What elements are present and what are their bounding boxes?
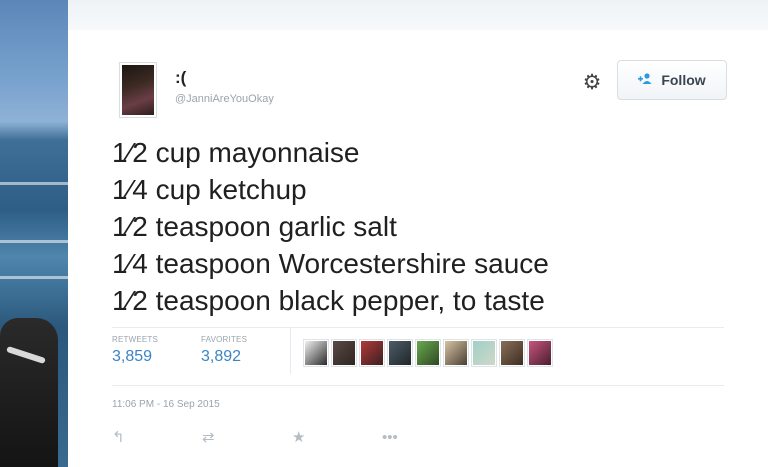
tweet-line: 1⁄4 cup ketchup bbox=[112, 174, 307, 205]
tweet-text: 1⁄2 cup mayonnaise 1⁄4 cup ketchup 1⁄2 t… bbox=[112, 134, 549, 319]
favoriter-avatar[interactable] bbox=[472, 340, 496, 366]
favorites-count[interactable]: 3,892 bbox=[201, 348, 247, 366]
person-silhouette bbox=[0, 318, 58, 467]
background-photo bbox=[0, 0, 68, 467]
tweet-actions: ↰ ⇄ ★ ••• bbox=[112, 428, 472, 447]
avatar[interactable] bbox=[120, 63, 156, 117]
favoriter-avatar[interactable] bbox=[304, 340, 328, 366]
tweet-line: 1⁄4 teaspoon Worcestershire sauce bbox=[112, 248, 549, 279]
follow-button[interactable]: Follow bbox=[617, 60, 727, 100]
top-bar bbox=[68, 0, 768, 31]
follow-label: Follow bbox=[661, 72, 706, 88]
favoriter-avatar[interactable] bbox=[416, 340, 440, 366]
display-name[interactable]: :( bbox=[175, 68, 186, 88]
favoriter-avatar[interactable] bbox=[528, 340, 552, 366]
star-icon[interactable]: ★ bbox=[292, 428, 382, 446]
favoriter-avatar[interactable] bbox=[388, 340, 412, 366]
timestamp[interactable]: 11:06 PM - 16 Sep 2015 bbox=[112, 399, 220, 410]
retweets-count[interactable]: 3,859 bbox=[112, 348, 158, 366]
gear-icon[interactable]: ⚙ bbox=[580, 70, 604, 94]
retweets-label: RETWEETS bbox=[112, 335, 159, 344]
user-handle[interactable]: @JanniAreYouOkay bbox=[175, 93, 274, 105]
reply-icon[interactable]: ↰ bbox=[112, 428, 202, 446]
retweets-stat[interactable]: RETWEETS 3,859 bbox=[112, 335, 158, 366]
tweet-line: 1⁄2 teaspoon black pepper, to taste bbox=[112, 285, 545, 316]
tweet-line: 1⁄2 teaspoon garlic salt bbox=[112, 211, 397, 242]
favoriter-avatar[interactable] bbox=[500, 340, 524, 366]
favoriter-avatar[interactable] bbox=[360, 340, 384, 366]
favorites-stat[interactable]: FAVORITES 3,892 bbox=[201, 335, 247, 366]
divider bbox=[112, 327, 724, 328]
divider bbox=[112, 385, 724, 386]
tweet-card: :( @JanniAreYouOkay ⚙ Follow 1⁄2 cup may… bbox=[68, 30, 768, 467]
favoriter-avatar[interactable] bbox=[444, 340, 468, 366]
favorites-label: FAVORITES bbox=[201, 335, 248, 344]
tweet-line: 1⁄2 cup mayonnaise bbox=[112, 137, 360, 168]
more-icon[interactable]: ••• bbox=[382, 429, 472, 446]
favoriter-avatars bbox=[304, 340, 552, 366]
add-user-icon bbox=[638, 72, 654, 88]
retweet-icon[interactable]: ⇄ bbox=[202, 428, 292, 446]
favoriter-avatar[interactable] bbox=[332, 340, 356, 366]
